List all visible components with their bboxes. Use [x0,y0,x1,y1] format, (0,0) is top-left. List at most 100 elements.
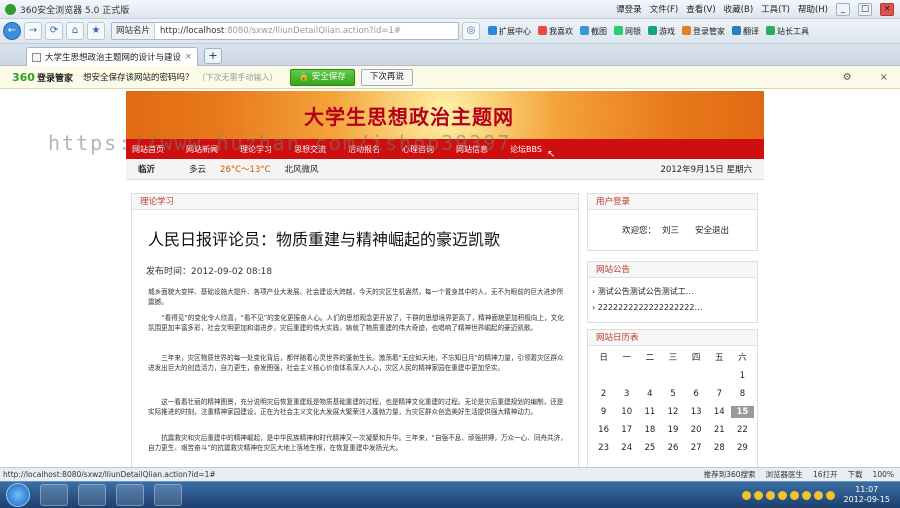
calendar-day[interactable]: 29 [731,442,754,454]
menu-tools[interactable]: 工具(T) [761,3,790,15]
tray-icon[interactable] [753,490,763,500]
status-doctor[interactable]: 浏览器医生 [766,469,804,480]
url-input[interactable]: http://localhost:8080/sxwz/lliunDetailQl… [155,26,401,36]
calendar-day[interactable]: 4 [638,388,661,400]
calendar-day[interactable]: 6 [685,388,708,400]
calendar-day[interactable]: 22 [731,424,754,436]
calendar-day [661,370,684,382]
calendar-day[interactable]: 18 [638,424,661,436]
calendar-day[interactable]: 24 [615,442,638,454]
star-icon[interactable]: ★ [87,22,105,40]
taskbar-app-eclipse[interactable] [116,484,144,506]
calendar-day[interactable]: 5 [661,388,684,400]
menu-view[interactable]: 查看(V) [686,3,715,15]
maximize-button[interactable]: □ [858,2,872,16]
tray-icon[interactable] [813,490,823,500]
nav-bbs[interactable]: 论坛BBS [510,144,542,155]
calendar-day[interactable]: 25 [638,442,661,454]
calendar-day[interactable]: 2 [592,388,615,400]
browser-logo-icon [5,3,16,15]
refresh-icon[interactable]: ⟳ [45,22,63,40]
calendar-day[interactable]: 9 [592,406,615,418]
calendar-day[interactable]: 16 [592,424,615,436]
secure-save-button[interactable]: 🔒 安全保存 [289,68,355,86]
site-card-button[interactable]: 网站名片 [112,23,156,39]
close-button[interactable]: × [880,2,894,16]
calendar-day[interactable]: 17 [615,424,638,436]
toolbar-like[interactable]: 我喜欢 [538,25,573,37]
shield-icon[interactable]: ◎ [462,22,480,40]
menu-help[interactable]: 帮助(H) [798,3,828,15]
notice-item[interactable]: › 2222222222222222222… [592,300,757,316]
calendar-weekday: 五 [715,353,724,363]
calendar-day[interactable]: 10 [615,406,638,418]
menu-file[interactable]: 文件(F) [650,3,679,15]
brand-sub: 登录管家 [36,73,73,84]
toolbar-login-manager[interactable]: 登录管家 [682,25,725,37]
calendar-day[interactable]: 1 [731,370,754,382]
status-items: 推荐到360搜索 浏览器医生 16打开 下载 100% [704,469,900,480]
tray-icon[interactable] [765,490,775,500]
notice-item[interactable]: › 测试公告测试公告测试工… [592,284,757,300]
start-button[interactable] [6,483,30,507]
taskbar-app-folder[interactable] [154,484,182,506]
calendar-day[interactable]: 13 [685,406,708,418]
calendar-day[interactable]: 15 [730,406,754,418]
menu-favorites[interactable]: 收藏(B) [724,3,753,15]
back-arrow-icon[interactable]: ← [3,22,21,40]
minimize-button[interactable]: _ [836,2,850,16]
toolbar-translate[interactable]: 翻译 [732,25,759,37]
article-paragraph: “看得见”的变化令人欣喜，“看不见”的变化更振奋人心。人们的思想观念更开放了，干… [148,314,564,332]
toolbar-games[interactable]: 游戏 [648,25,675,37]
status-download[interactable]: 下载 [848,469,863,480]
calendar-day[interactable]: 14 [708,406,731,418]
password-save-bar: 360 登录管家 想安全保存该网站的密码吗？ （下次无需手动输入） 🔒 安全保存 … [0,66,900,89]
close-bar-icon[interactable]: × [880,72,888,83]
calendar-day[interactable]: 8 [731,388,754,400]
toolbar-bank[interactable]: 网银 [614,25,641,37]
calendar-day[interactable]: 27 [685,442,708,454]
clock[interactable]: 11:07 2012-09-15 [844,485,891,505]
menu-login[interactable]: 谭登录 [616,3,642,15]
calendar-day[interactable]: 19 [661,424,684,436]
tray-icon[interactable] [789,490,799,500]
calendar-day[interactable]: 23 [592,442,615,454]
toolbar-extensions[interactable]: 扩展中心 [488,25,531,37]
article-panel: 理论学习 人民日报评论员：物质重建与精神崛起的豪迈凯歌 发布时间：2012-09… [131,193,579,467]
calendar-day[interactable]: 21 [708,424,731,436]
weather: 多云 [189,165,207,175]
calendar-weekday: 六 [738,353,747,363]
new-tab-button[interactable]: + [204,48,222,64]
calendar-day[interactable]: 3 [615,388,638,400]
mouse-cursor-icon: ↖ [547,149,556,160]
status-open[interactable]: 16打开 [813,469,838,480]
page-viewport: 大学生思想政治主题网 网站首页 网站新闻 理论学习 思想交流 活动报名 心理咨询… [0,89,900,467]
gear-icon[interactable]: ⚙ [843,72,852,83]
status-search[interactable]: 推荐到360搜索 [704,469,756,480]
tray-icon[interactable] [741,490,751,500]
tab-title: 大学生思想政治主题网的设计与建设 [45,53,181,63]
calendar-day[interactable]: 11 [638,406,661,418]
translate-icon [732,25,741,35]
taskbar-app-360[interactable] [40,484,68,506]
forward-arrow-icon[interactable]: → [24,22,42,40]
next-time-button[interactable]: 下次再说 [360,68,413,86]
tray-icon[interactable] [801,490,811,500]
taskbar-app-ie[interactable] [78,484,106,506]
calendar-day[interactable]: 20 [685,424,708,436]
status-zoom[interactable]: 100% [873,470,894,479]
tray-icon[interactable] [825,490,835,500]
calendar-day[interactable]: 12 [661,406,684,418]
calendar-day[interactable]: 7 [708,388,731,400]
home-icon[interactable]: ⌂ [66,22,84,40]
calendar-day[interactable]: 26 [661,442,684,454]
tab-active[interactable]: 大学生思想政治主题网的设计与建设 × [26,47,198,66]
toolbar-webmaster[interactable]: 站长工具 [766,25,809,37]
calendar-day[interactable]: 28 [708,442,731,454]
bank-icon [614,25,623,35]
tray-icon[interactable] [777,490,787,500]
toolbar-screenshot[interactable]: 截图 [580,25,607,37]
logout-link[interactable]: 安全退出 [695,224,729,236]
address-bar[interactable]: 网站名片 http://localhost:8080/sxwz/lliunDet… [111,22,459,40]
tab-close-icon[interactable]: × [185,52,192,62]
